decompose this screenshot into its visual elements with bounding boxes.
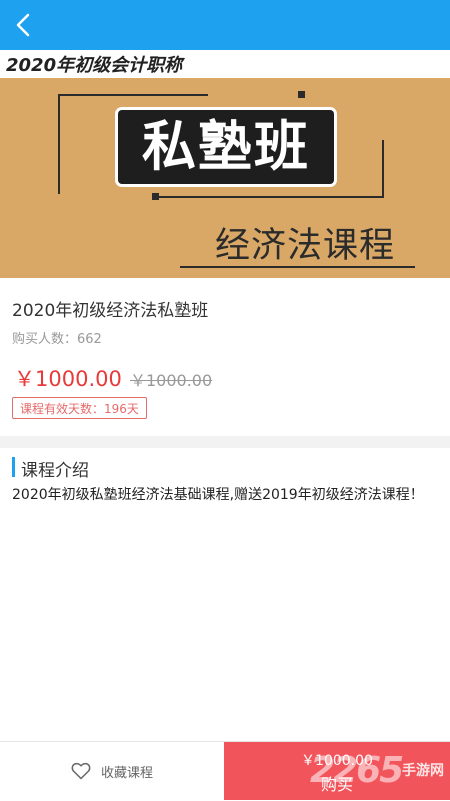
current-price: ￥1000.00 <box>14 367 122 391</box>
banner-frame-line <box>382 140 384 198</box>
banner-frame-line <box>58 94 208 96</box>
favorite-label: 收藏课程 <box>100 765 153 781</box>
heart-icon <box>71 762 91 780</box>
favorite-button[interactable]: 收藏课程 <box>0 742 224 800</box>
buy-button[interactable]: ￥1000.00 购买 <box>224 742 450 800</box>
section-divider <box>0 436 450 448</box>
intro-heading: 课程介绍 <box>21 461 89 481</box>
course-banner-image: 2020年初级会计职称 私塾班 经济法课程 <box>0 50 450 278</box>
banner-frame-dot <box>152 193 159 200</box>
section-accent-bar <box>12 457 15 477</box>
banner-top-strip: 2020年初级会计职称 <box>0 50 450 78</box>
banner-frame-dot <box>298 91 305 98</box>
banner-title: 私塾班 <box>142 115 310 178</box>
intro-text: 2020年初级私塾班经济法基础课程,赠送2019年初级经济法课程！ <box>12 487 424 503</box>
chevron-left-icon <box>16 13 30 37</box>
validity-badge: 课程有效天数：196天 <box>12 397 147 419</box>
original-price: ￥1000.00 <box>130 371 213 390</box>
buyer-count: 购买人数：662 <box>12 332 102 347</box>
banner-subtitle: 经济法课程 <box>214 226 395 266</box>
back-button[interactable] <box>8 10 38 40</box>
banner-top-text: 2020年初级会计职称 <box>6 55 183 76</box>
top-nav-bar <box>0 0 450 50</box>
buy-label: 购买 <box>320 775 353 794</box>
banner-frame-line <box>158 196 384 198</box>
buy-price: ￥1000.00 <box>301 753 373 769</box>
banner-frame-line <box>58 94 60 194</box>
course-title: 2020年初级经济法私塾班 <box>12 301 209 321</box>
